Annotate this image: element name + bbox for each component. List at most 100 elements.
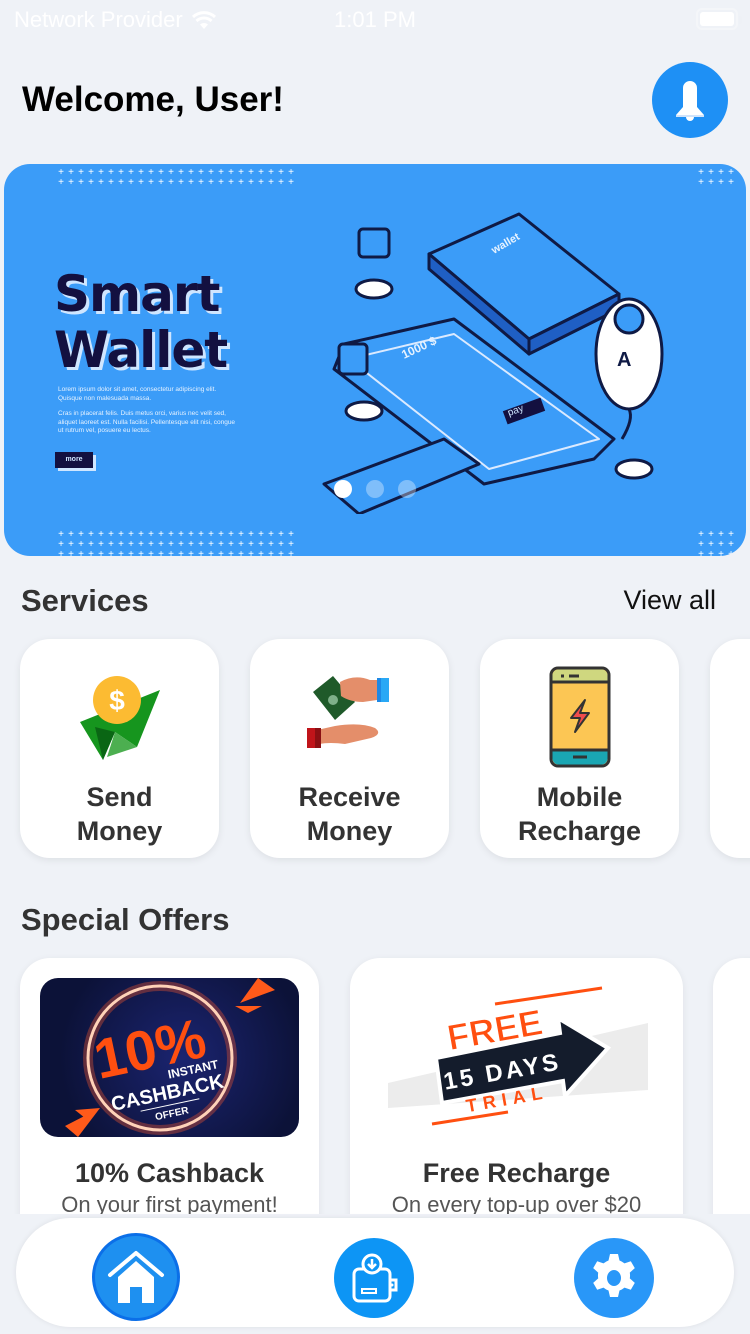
- decoration-dot: +: [278, 177, 284, 188]
- decoration-dot: +: [168, 177, 174, 188]
- decoration-dot: +: [208, 177, 214, 188]
- decoration-dot: +: [288, 177, 294, 188]
- decoration-dot: +: [138, 177, 144, 188]
- service-card-partial[interactable]: [710, 639, 750, 858]
- decoration-dot: +: [268, 177, 274, 188]
- banner-more-button[interactable]: more: [55, 452, 93, 468]
- mobile-recharge-icon: [530, 666, 630, 768]
- offer-card-partial[interactable]: [713, 958, 750, 1258]
- decoration-dot: +: [158, 177, 164, 188]
- decoration-dot: +: [208, 549, 214, 557]
- bottom-nav: [16, 1218, 734, 1327]
- banner-pager: [334, 480, 416, 498]
- decoration-dot: +: [238, 549, 244, 557]
- banner-decoration-dots: + + + + + + + + + + + + + + + + + + + + + + + + + + + + + + + + + + + + + + + +…: [56, 168, 296, 188]
- banner-title-line2: Wallet: [54, 321, 228, 379]
- pager-dot[interactable]: [334, 480, 352, 498]
- decoration-dot: +: [278, 549, 284, 557]
- decoration-dot: +: [178, 177, 184, 188]
- services-heading: Services: [21, 583, 149, 618]
- pager-dot[interactable]: [366, 480, 384, 498]
- decoration-dot: +: [258, 549, 264, 557]
- decoration-dot: +: [268, 549, 274, 557]
- wallet-illustration: 1000 $ pay wallet A: [322, 212, 664, 514]
- decoration-dot: +: [708, 549, 714, 557]
- decoration-dot: +: [718, 177, 724, 188]
- decoration-dot: +: [108, 177, 114, 188]
- decoration-dot: +: [78, 177, 84, 188]
- banner-decoration-dots: + + + + + + + +: [696, 168, 736, 188]
- offer-title: 10% Cashback: [74, 1158, 265, 1188]
- decoration-dot: +: [168, 549, 174, 557]
- decoration-dot: +: [698, 177, 704, 188]
- decoration-dot: +: [138, 549, 144, 557]
- banner-title: Smart Wallet: [54, 265, 228, 379]
- decoration-dot: +: [118, 177, 124, 188]
- banner-paragraph: Lorem ipsum dolor sit amet, consectetur …: [58, 386, 217, 402]
- battery-icon: [696, 8, 742, 30]
- nav-wallet-button[interactable]: [334, 1238, 414, 1318]
- decoration-dot: +: [158, 549, 164, 557]
- pager-dot[interactable]: [398, 480, 416, 498]
- service-label: Mobile Recharge: [517, 782, 642, 846]
- receive-money-icon: [300, 667, 400, 767]
- decoration-dot: +: [58, 549, 64, 557]
- home-icon: [108, 1251, 164, 1303]
- banner-title-line1: Smart: [54, 265, 220, 323]
- decoration-dot: +: [238, 177, 244, 188]
- status-bar: Network Provider 1:01 PM: [0, 0, 750, 40]
- status-time: 1:01 PM: [334, 7, 416, 32]
- decoration-dot: +: [288, 549, 294, 557]
- banner-decoration-dots: + + + + + + + + + + + +: [696, 530, 736, 557]
- decoration-dot: +: [98, 177, 104, 188]
- decoration-dot: +: [248, 177, 254, 188]
- cashback-offer-image: 10% INSTANT CASHBACK OFFER: [40, 978, 299, 1137]
- decoration-dot: +: [118, 549, 124, 557]
- decoration-dot: +: [198, 177, 204, 188]
- decoration-dot: +: [178, 549, 184, 557]
- free-trial-offer-image: FREE 15 DAYS TRIAL: [380, 978, 660, 1137]
- nav-settings-button[interactable]: [574, 1238, 654, 1318]
- promo-banner-carousel[interactable]: + + + + + + + + + + + + + + + + + + + + + + + + + + + + + + + + + + + + + + + +…: [4, 164, 746, 556]
- send-money-icon: $: [70, 667, 170, 767]
- welcome-title: Welcome, User!: [22, 80, 284, 119]
- decoration-dot: +: [68, 549, 74, 557]
- service-card-send-money[interactable]: $ Send Money: [20, 639, 219, 858]
- service-label: Receive Money: [298, 782, 401, 846]
- decoration-dot: +: [148, 549, 154, 557]
- decoration-dot: +: [98, 549, 104, 557]
- decoration-dot: +: [218, 549, 224, 557]
- decoration-dot: +: [148, 177, 154, 188]
- view-all-link[interactable]: View all: [623, 585, 716, 616]
- service-label: Send Money: [76, 782, 163, 846]
- service-card-mobile-recharge[interactable]: Mobile Recharge: [480, 639, 679, 858]
- decoration-dot: +: [718, 549, 724, 557]
- decoration-dot: +: [88, 177, 94, 188]
- special-offers-heading: Special Offers: [21, 902, 230, 937]
- offer-title: Free Recharge: [422, 1158, 611, 1188]
- decoration-dot: +: [58, 177, 64, 188]
- decoration-dot: +: [698, 549, 704, 557]
- gear-icon: [593, 1254, 635, 1297]
- decoration-dot: +: [128, 549, 134, 557]
- banner-description: Lorem ipsum dolor sit amet, consectetur …: [58, 386, 238, 443]
- decoration-dot: +: [198, 549, 204, 557]
- decoration-dot: +: [188, 549, 194, 557]
- decoration-dot: +: [228, 549, 234, 557]
- svg-text:$: $: [109, 685, 125, 716]
- notifications-button[interactable]: [652, 62, 728, 138]
- decoration-dot: +: [68, 177, 74, 188]
- decoration-dot: +: [708, 177, 714, 188]
- decoration-dot: +: [188, 177, 194, 188]
- service-card-receive-money[interactable]: Receive Money: [250, 639, 449, 858]
- nav-home-button[interactable]: [92, 1233, 180, 1321]
- offer-card-free-recharge[interactable]: FREE 15 DAYS TRIAL Free Recharge On ever…: [350, 958, 683, 1258]
- decoration-dot: +: [248, 549, 254, 557]
- art-robot-letter: A: [617, 349, 631, 371]
- decoration-dot: +: [218, 177, 224, 188]
- banner-paragraph: Cras in placerat felis. Duis metus orci,…: [58, 410, 236, 434]
- offer-card-cashback[interactable]: 10% INSTANT CASHBACK OFFER 10% Cashback …: [20, 958, 319, 1258]
- decoration-dot: +: [228, 177, 234, 188]
- decoration-dot: +: [728, 177, 734, 188]
- bell-icon: [676, 81, 704, 121]
